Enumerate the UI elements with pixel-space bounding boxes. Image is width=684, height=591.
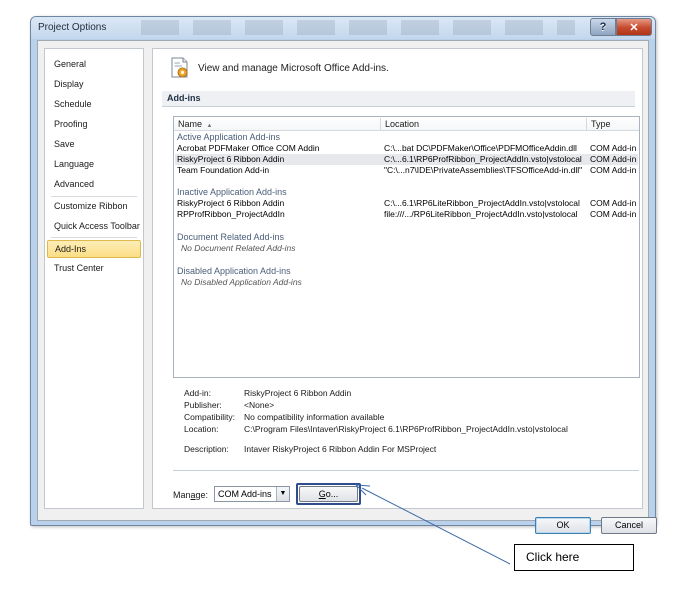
nav-item-language[interactable]: Language — [47, 156, 141, 174]
nav-item-trust-center[interactable]: Trust Center — [47, 260, 141, 278]
detail-label-location: Location: — [184, 424, 219, 434]
detail-value-location: C:\Program Files\Intaver\RiskyProject 6.… — [244, 424, 568, 434]
nav-item-display[interactable]: Display — [47, 76, 141, 94]
row-name: Acrobat PDFMaker Office COM Addin — [177, 143, 320, 153]
nav-divider — [51, 196, 137, 197]
row-name: RiskyProject 6 Ribbon Addin — [177, 154, 285, 164]
row-name: RPProfRibbon_ProjectAddIn — [177, 209, 285, 219]
manage-label-text: ge: — [195, 490, 209, 500]
column-name-label: Name — [178, 119, 203, 129]
background-ribbon-ghost — [141, 20, 575, 35]
options-nav: General Display Schedule Proofing Save L… — [44, 48, 144, 509]
row-type: COM Add-in — [590, 165, 637, 175]
sort-ascending-icon: ▲ — [206, 123, 213, 129]
cancel-button[interactable]: Cancel — [601, 517, 657, 534]
row-location: C:\...bat DC\PDFMaker\Office\PDFMOfficeA… — [384, 143, 577, 153]
row-type: COM Add-in — [590, 154, 637, 164]
group-title-disabled: Disabled Application Add-ins — [177, 266, 291, 276]
window-title: Project Options — [38, 22, 107, 33]
row-type: COM Add-in — [590, 198, 637, 208]
nav-item-general[interactable]: General — [47, 56, 141, 74]
ok-button[interactable]: OK — [535, 517, 591, 534]
manage-divider — [173, 470, 639, 471]
table-row[interactable]: RPProfRibbon_ProjectAddIn file:///.../RP… — [175, 209, 638, 220]
group-title-document-related: Document Related Add-ins — [177, 232, 285, 242]
close-button[interactable]: ✕ — [616, 18, 652, 36]
manage-select-value: COM Add-ins — [218, 489, 272, 499]
column-header-location[interactable]: Location — [381, 117, 587, 131]
nav-item-advanced[interactable]: Advanced — [47, 176, 141, 194]
help-button[interactable]: ? — [590, 18, 616, 36]
list-header: Name ▲ Location Type — [174, 117, 639, 131]
detail-value-compatibility: No compatibility information available — [244, 412, 385, 422]
manage-label: Manage: — [173, 490, 208, 500]
manage-label-text: Man — [173, 490, 191, 500]
empty-note-document-related: No Document Related Add-ins — [181, 243, 296, 253]
table-row[interactable]: Acrobat PDFMaker Office COM Addin C:\...… — [175, 143, 638, 154]
detail-label-publisher: Publisher: — [184, 400, 222, 410]
close-icon: ✕ — [629, 21, 639, 34]
nav-item-customize-ribbon[interactable]: Customize Ribbon — [47, 198, 141, 216]
row-type: COM Add-in — [590, 143, 637, 153]
manage-select[interactable]: COM Add-ins ▼ — [214, 486, 290, 502]
column-header-type[interactable]: Type — [587, 117, 639, 131]
section-title: Add-ins — [162, 91, 635, 106]
detail-value-description: Intaver RiskyProject 6 Ribbon Addin For … — [244, 444, 437, 454]
title-bar[interactable]: Project Options — [31, 17, 655, 39]
help-icon: ? — [599, 21, 607, 33]
table-row[interactable]: RiskyProject 6 Ribbon Addin C:\...6.1\RP… — [175, 198, 638, 209]
callout-box: Click here — [514, 544, 634, 571]
table-row-selected[interactable]: RiskyProject 6 Ribbon Addin C:\...6.1\RP… — [175, 154, 638, 165]
nav-item-save[interactable]: Save — [47, 136, 141, 154]
go-button-accelerator: G — [318, 489, 326, 499]
row-location: C:\...6.1\RP6LiteRibbon_ProjectAddIn.vst… — [384, 198, 580, 208]
row-location: file:///.../RP6LiteRibbon_ProjectAddIn.v… — [384, 209, 578, 219]
add-ins-list[interactable]: Name ▲ Location Type Active Application … — [173, 116, 640, 378]
row-location: "C:\...n7\IDE\PrivateAssemblies\TFSOffic… — [384, 165, 583, 175]
empty-note-disabled: No Disabled Application Add-ins — [181, 277, 302, 287]
row-location: C:\...6.1\RP6ProfRibbon_ProjectAddIn.vst… — [384, 154, 582, 164]
table-row[interactable]: Team Foundation Add-in "C:\...n7\IDE\Pri… — [175, 165, 638, 176]
detail-label-description: Description: — [184, 444, 229, 454]
detail-label-compatibility: Compatibility: — [184, 412, 236, 422]
row-type: COM Add-in — [590, 209, 637, 219]
detail-value-publisher: <None> — [244, 400, 275, 410]
dialog-client-area: General Display Schedule Proofing Save L… — [37, 40, 657, 534]
detail-value-addin: RiskyProject 6 Ribbon Addin — [244, 388, 352, 398]
gear-addin-icon — [171, 57, 188, 78]
add-ins-panel: View and manage Microsoft Office Add-ins… — [152, 48, 643, 509]
nav-item-add-ins[interactable]: Add-Ins — [47, 240, 141, 258]
row-name: Team Foundation Add-in — [177, 165, 270, 175]
chevron-down-icon[interactable]: ▼ — [276, 487, 289, 501]
nav-divider — [51, 237, 137, 238]
panel-heading: View and manage Microsoft Office Add-ins… — [198, 63, 389, 74]
nav-item-quick-access-toolbar[interactable]: Quick Access Toolbar — [47, 218, 141, 236]
group-title-active: Active Application Add-ins — [177, 132, 281, 142]
go-button[interactable]: Go... — [299, 486, 358, 502]
detail-label-addin: Add-in: — [184, 388, 211, 398]
project-options-dialog: Project Options ? ✕ General Display Sche… — [30, 16, 657, 534]
nav-item-proofing[interactable]: Proofing — [47, 116, 141, 134]
section-divider — [162, 106, 635, 107]
column-header-name[interactable]: Name ▲ — [174, 117, 382, 131]
nav-item-schedule[interactable]: Schedule — [47, 96, 141, 114]
group-title-inactive: Inactive Application Add-ins — [177, 187, 287, 197]
go-button-label: o... — [325, 489, 339, 499]
row-name: RiskyProject 6 Ribbon Addin — [177, 198, 285, 208]
